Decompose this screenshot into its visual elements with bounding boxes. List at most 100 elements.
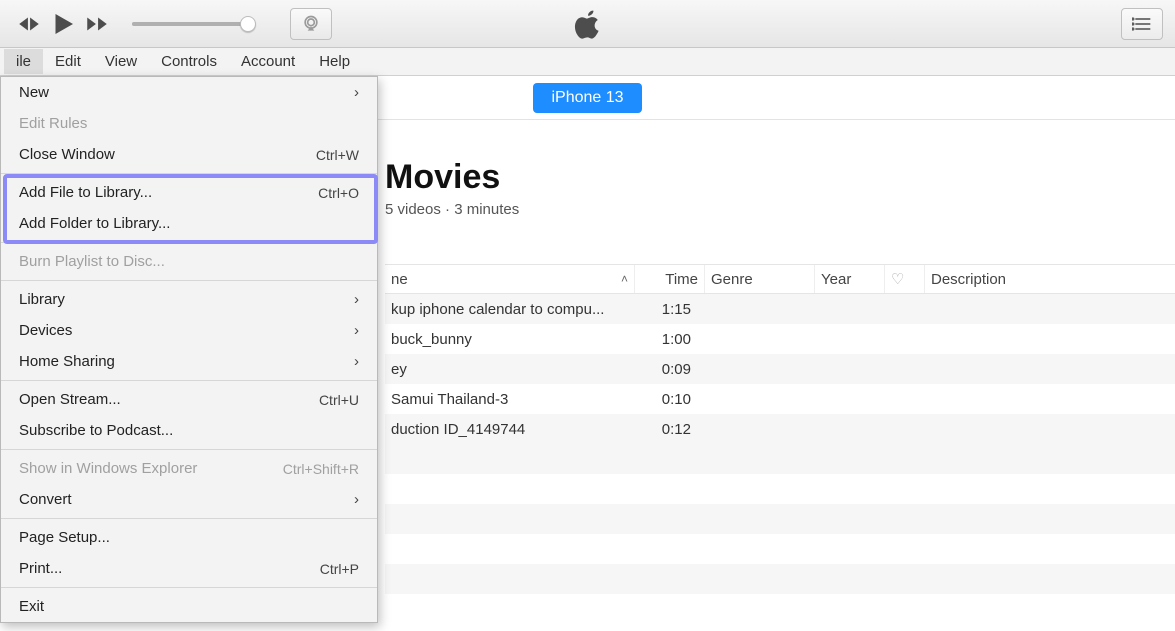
menu-item-print[interactable]: Print...Ctrl+P — [1, 553, 377, 584]
previous-button[interactable] — [12, 7, 46, 41]
menu-item-label: Exit — [19, 598, 44, 615]
menu-separator — [1, 518, 377, 519]
cell-time: 0:09 — [629, 361, 699, 378]
col-year[interactable]: Year — [815, 265, 885, 293]
playback-toolbar — [0, 0, 1175, 48]
menu-separator — [1, 587, 377, 588]
cell-time: 0:10 — [629, 391, 699, 408]
cell-time: 0:12 — [629, 421, 699, 438]
menu-separator — [1, 449, 377, 450]
chevron-right-icon: › — [354, 353, 359, 370]
menu-account[interactable]: Account — [229, 49, 307, 74]
menu-item-label: Home Sharing — [19, 353, 115, 370]
menu-item-page-setup[interactable]: Page Setup... — [1, 522, 377, 553]
col-name[interactable]: ne ˄ — [385, 265, 635, 293]
volume-thumb[interactable] — [240, 16, 256, 32]
device-pill[interactable]: iPhone 13 — [533, 83, 641, 113]
col-time[interactable]: Time — [635, 265, 705, 293]
menu-item-label: New — [19, 84, 49, 101]
col-genre[interactable]: Genre — [705, 265, 815, 293]
menu-separator — [1, 173, 377, 174]
menu-item-convert[interactable]: Convert › — [1, 484, 377, 515]
menu-item-label: Add Folder to Library... — [19, 215, 170, 232]
list-view-button[interactable] — [1121, 8, 1163, 40]
cell-name: ey — [391, 361, 629, 378]
menu-item-label: Library — [19, 291, 65, 308]
next-button[interactable] — [80, 7, 114, 41]
menu-item-new[interactable]: New › — [1, 77, 377, 108]
menu-item-label: Open Stream... — [19, 391, 121, 408]
menu-shortcut: Ctrl+W — [316, 147, 359, 163]
menu-item-library[interactable]: Library› — [1, 284, 377, 315]
cell-name: buck_bunny — [391, 331, 629, 348]
menu-item-label: Close Window — [19, 146, 115, 163]
heart-icon: ♡ — [891, 270, 904, 288]
menu-item-devices[interactable]: Devices › — [1, 315, 377, 346]
col-time-label: Time — [665, 271, 698, 288]
menu-item-label: Convert — [19, 491, 72, 508]
menu-shortcut: Ctrl+O — [318, 185, 359, 201]
col-year-label: Year — [821, 271, 851, 288]
menu-item-edit-rules: Edit Rules — [1, 108, 377, 139]
cell-time: 1:00 — [629, 331, 699, 348]
menu-item-subscribe-to-podcast[interactable]: Subscribe to Podcast... — [1, 415, 377, 446]
volume-fill — [132, 22, 252, 26]
chevron-right-icon: › — [354, 322, 359, 339]
menu-edit[interactable]: Edit — [43, 49, 93, 74]
menu-item-close-window[interactable]: Close Window Ctrl+W — [1, 139, 377, 170]
now-playing-apple-icon — [348, 9, 828, 39]
menu-item-label: Burn Playlist to Disc... — [19, 253, 165, 270]
menu-item-add-folder-to-library[interactable]: Add Folder to Library... — [1, 208, 377, 239]
cell-name: duction ID_4149744 — [391, 421, 629, 438]
chevron-right-icon: › — [354, 491, 359, 508]
col-description[interactable]: Description — [925, 265, 1175, 293]
chevron-right-icon: › — [354, 84, 359, 101]
col-love[interactable]: ♡ — [885, 265, 925, 293]
table-row[interactable]: kup iphone calendar to compu...1:15 — [385, 294, 1175, 324]
table-row-empty — [385, 504, 1175, 534]
menu-controls[interactable]: Controls — [149, 49, 229, 74]
col-description-label: Description — [931, 271, 1006, 288]
menu-shortcut: Ctrl+P — [320, 561, 359, 577]
col-genre-label: Genre — [711, 271, 753, 288]
movies-table: ne ˄ Time Genre Year ♡ Description kup i… — [385, 264, 1175, 594]
menu-item-exit[interactable]: Exit — [1, 591, 377, 622]
menu-shortcut: Ctrl+U — [319, 392, 359, 408]
menu-item-open-stream[interactable]: Open Stream... Ctrl+U — [1, 384, 377, 415]
table-row[interactable]: Samui Thailand-30:10 — [385, 384, 1175, 414]
table-row-empty — [385, 444, 1175, 474]
menu-ile[interactable]: ile — [4, 49, 43, 74]
cell-name: Samui Thailand-3 — [391, 391, 629, 408]
menu-item-label: Subscribe to Podcast... — [19, 422, 173, 439]
section-subtitle: 5 videos · 3 minutes — [385, 201, 1175, 218]
table-row-empty — [385, 564, 1175, 594]
file-menu-dropdown: New › Edit Rules Close Window Ctrl+W Add File… — [0, 76, 378, 623]
table-row[interactable]: ey0:09 — [385, 354, 1175, 384]
sort-caret-icon: ˄ — [621, 272, 628, 286]
menu-shortcut: Ctrl+Shift+R — [283, 461, 359, 477]
table-row[interactable]: duction ID_41497440:12 — [385, 414, 1175, 444]
play-button[interactable] — [46, 7, 80, 41]
menu-item-label: Show in Windows Explorer — [19, 460, 197, 477]
menu-item-label: Devices — [19, 322, 72, 339]
section-title: Movies — [385, 158, 1175, 197]
cell-name: kup iphone calendar to compu... — [391, 301, 629, 318]
menu-separator — [1, 380, 377, 381]
menubar: ileEditViewControlsAccountHelp — [0, 48, 1175, 76]
menu-separator — [1, 280, 377, 281]
cell-time: 1:15 — [629, 301, 699, 318]
col-name-label: ne — [391, 271, 408, 288]
menu-help[interactable]: Help — [307, 49, 362, 74]
menu-item-add-file-to-library[interactable]: Add File to Library...Ctrl+O — [1, 177, 377, 208]
table-row[interactable]: buck_bunny1:00 — [385, 324, 1175, 354]
table-header: ne ˄ Time Genre Year ♡ Description — [385, 264, 1175, 294]
menu-item-label: Page Setup... — [19, 529, 110, 546]
menu-view[interactable]: View — [93, 49, 149, 74]
menu-item-label: Edit Rules — [19, 115, 87, 132]
volume-slider[interactable] — [132, 22, 252, 26]
table-row-empty — [385, 534, 1175, 564]
airplay-button[interactable] — [290, 8, 332, 40]
table-row-empty — [385, 474, 1175, 504]
menu-item-home-sharing[interactable]: Home Sharing › — [1, 346, 377, 377]
menu-separator — [1, 242, 377, 243]
